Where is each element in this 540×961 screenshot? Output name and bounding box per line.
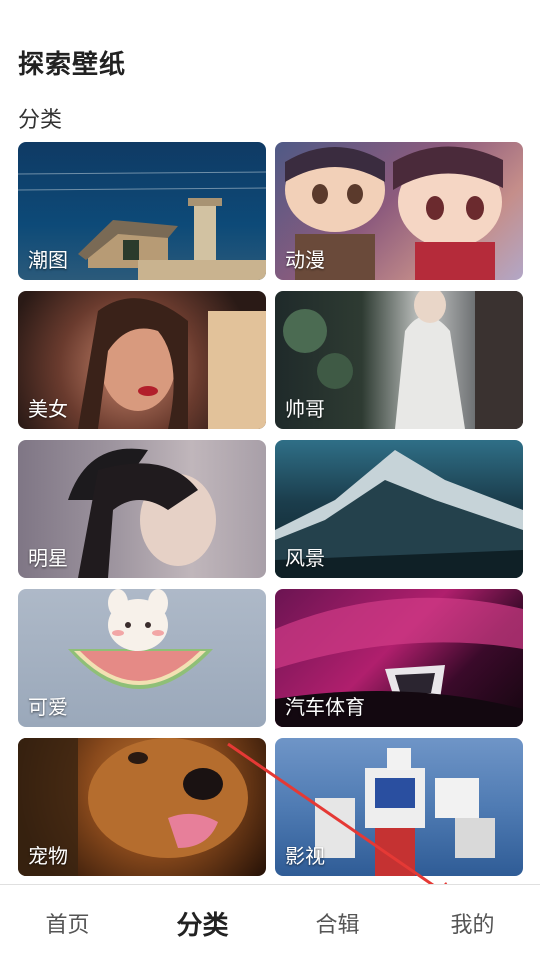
tab-category[interactable]: 分类 — [143, 905, 263, 942]
category-label: 动漫 — [285, 248, 325, 272]
page-title: 探索壁纸 — [18, 50, 127, 80]
category-label: 汽车体育 — [285, 695, 365, 719]
category-label: 明星 — [28, 546, 68, 570]
section-label: 分类 — [18, 108, 63, 133]
category-card-celebrity[interactable]: 明星 — [18, 440, 266, 578]
category-card-beauty[interactable]: 美女 — [18, 291, 266, 429]
category-card-film[interactable]: 影视 — [275, 738, 523, 876]
bottom-tab-bar: 首页 分类 合辑 我的 — [0, 884, 540, 961]
category-card-car-sports[interactable]: 汽车体育 — [275, 589, 523, 727]
category-label: 美女 — [28, 397, 68, 421]
category-label: 风景 — [285, 546, 325, 570]
category-card-handsome[interactable]: 帅哥 — [275, 291, 523, 429]
category-card-trend[interactable]: 潮图 — [18, 142, 266, 280]
category-label: 潮图 — [28, 248, 68, 272]
category-card-scenery[interactable]: 风景 — [275, 440, 523, 578]
category-grid: 潮图 动漫 美女 帅哥 明星 风景 可爱 汽车体育 宠物 影视 — [18, 142, 523, 876]
category-label: 影视 — [285, 844, 325, 868]
tab-mine[interactable]: 我的 — [413, 907, 533, 939]
category-card-pet[interactable]: 宠物 — [18, 738, 266, 876]
category-card-anime[interactable]: 动漫 — [275, 142, 523, 280]
category-label: 可爱 — [28, 695, 68, 719]
category-card-cute[interactable]: 可爱 — [18, 589, 266, 727]
tab-home[interactable]: 首页 — [8, 907, 128, 939]
category-label: 帅哥 — [285, 397, 325, 421]
category-label: 宠物 — [28, 844, 68, 868]
tab-collection[interactable]: 合辑 — [278, 907, 398, 939]
